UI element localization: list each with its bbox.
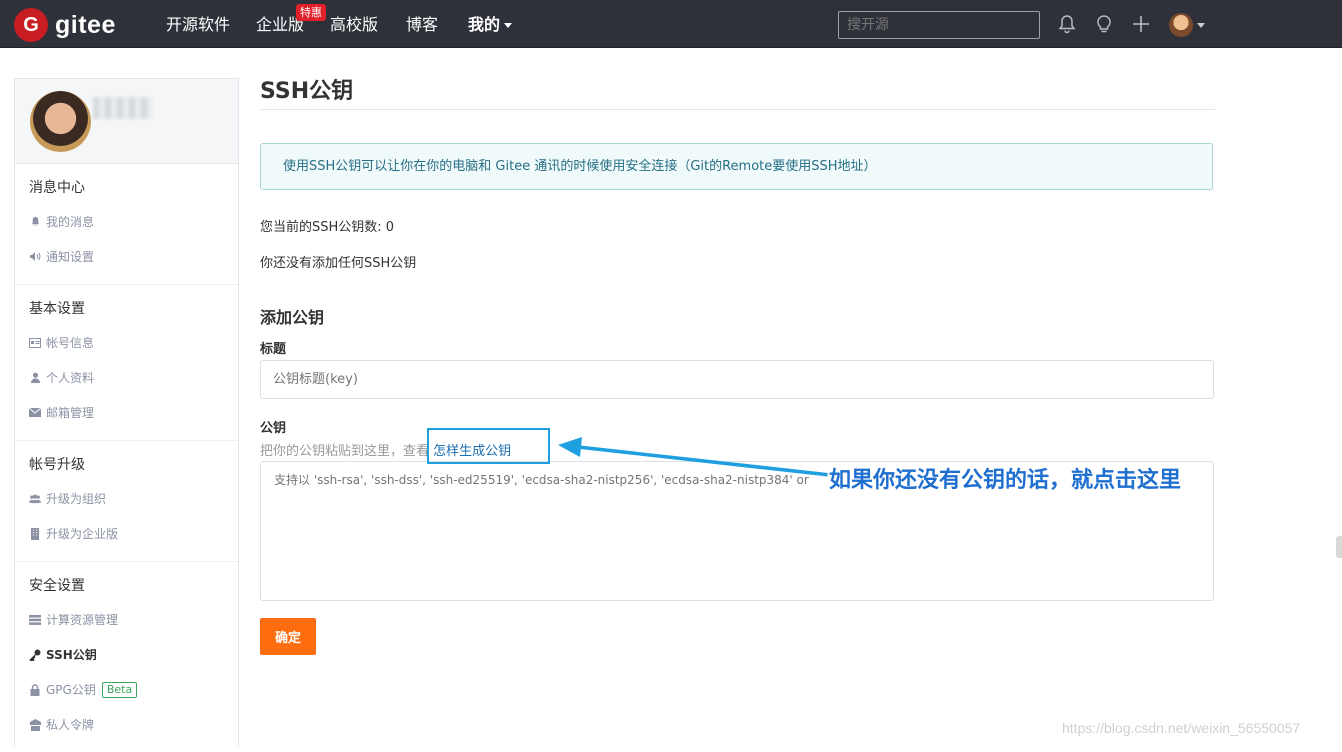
building-icon: [29, 527, 41, 540]
nav-item-education[interactable]: 高校版: [330, 15, 378, 35]
sidebar-item-private-tokens[interactable]: 私人令牌: [15, 707, 238, 742]
sidebar-group-messages: 消息中心 我的消息 通知设置: [15, 164, 238, 285]
confirm-button[interactable]: 确定: [260, 618, 316, 655]
id-card-icon: [29, 337, 41, 349]
sidebar-item-label: 个人资料: [46, 371, 95, 385]
sidebar-item-gpg-keys[interactable]: GPG公钥 Beta: [15, 672, 238, 707]
add-key-heading: 添加公钥: [260, 308, 325, 327]
gitee-logo[interactable]: G gitee: [14, 8, 116, 42]
nav-item-open-source[interactable]: 开源软件: [166, 15, 230, 35]
sidebar-item-label: 计算资源管理: [46, 613, 119, 627]
scroll-edge-handle: [1336, 536, 1342, 558]
top-navbar: G gitee 开源软件 企业版 特惠 高校版 博客 我的: [0, 0, 1342, 48]
search-input[interactable]: [838, 11, 1040, 39]
nav-item-blog[interactable]: 博客: [406, 15, 438, 35]
profile-avatar[interactable]: [30, 91, 91, 152]
sidebar-item-profile[interactable]: 个人资料: [15, 360, 238, 395]
sidebar-item-email[interactable]: 邮箱管理: [15, 395, 238, 430]
annotation-text: 如果你还没有公钥的话，就点击这里: [829, 468, 1182, 493]
lock-icon: [29, 683, 41, 696]
chevron-down-icon: [504, 23, 513, 28]
empty-state-text: 你还没有添加任何SSH公钥: [260, 256, 417, 271]
beta-badge: Beta: [101, 681, 138, 698]
sidebar-item-label: 帐号信息: [46, 336, 95, 350]
sidebar-item-label: 升级为组织: [46, 492, 107, 506]
sidebar-item-my-messages[interactable]: 我的消息: [15, 204, 238, 239]
sidebar-group-title: 安全设置: [29, 578, 85, 594]
envelope-icon: [29, 407, 41, 419]
user-avatar[interactable]: [1169, 13, 1193, 37]
sidebar-item-label: GPG公钥: [46, 683, 96, 697]
main-content: SSH公钥 使用SSH公钥可以让你在你的电脑和 Gitee 通讯的时候使用安全连…: [260, 78, 1215, 655]
sidebar-group-title: 基本设置: [29, 301, 85, 317]
lightbulb-icon[interactable]: [1093, 13, 1115, 35]
sidebar-item-label: 升级为企业版: [46, 527, 119, 541]
sidebar-item-label: 通知设置: [46, 250, 95, 264]
profile-name-blurred: [93, 97, 153, 119]
sidebar-group-title: 消息中心: [29, 180, 85, 196]
sidebar-item-ssh-keys[interactable]: SSH公钥: [15, 637, 238, 672]
token-icon: [29, 718, 41, 731]
gitee-logo-icon: G: [14, 8, 48, 42]
settings-sidebar: 消息中心 我的消息 通知设置 基本设置 帐号信息 个人资料 邮箱管理 帐号升级 …: [14, 78, 239, 747]
sidebar-item-upgrade-org[interactable]: 升级为组织: [15, 481, 238, 516]
promo-badge: 特惠: [296, 4, 326, 21]
watermark: https://blog.csdn.net/weixin_56550057: [1062, 720, 1301, 736]
sidebar-item-label: SSH公钥: [46, 648, 97, 662]
sidebar-group-upgrade: 帐号升级 升级为组织 升级为企业版: [15, 441, 238, 562]
ssh-key-count: 您当前的SSH公钥数: 0: [260, 220, 395, 235]
info-alert: 使用SSH公钥可以让你在你的电脑和 Gitee 通讯的时候使用安全连接（Git的…: [260, 143, 1213, 190]
gitee-logo-text: gitee: [55, 10, 116, 39]
key-title-input[interactable]: [260, 360, 1214, 399]
sidebar-item-upgrade-enterprise[interactable]: 升级为企业版: [15, 516, 238, 551]
key-hint-text: 把你的公钥粘贴到这里，查看: [260, 444, 434, 459]
sidebar-item-account-info[interactable]: 帐号信息: [15, 325, 238, 360]
profile-card: [15, 79, 238, 164]
user-icon: [29, 372, 41, 384]
users-icon: [29, 493, 41, 505]
server-icon: [29, 614, 41, 626]
speaker-icon: [29, 251, 41, 263]
nav-item-mine[interactable]: 我的: [468, 15, 513, 35]
sidebar-item-compute-resources[interactable]: 计算资源管理: [15, 602, 238, 637]
sidebar-item-label: 我的消息: [46, 215, 95, 229]
title-divider: [260, 109, 1215, 110]
sidebar-item-notification-settings[interactable]: 通知设置: [15, 239, 238, 274]
title-field-label: 标题: [260, 342, 287, 357]
nav-mine-label: 我的: [468, 15, 501, 34]
sidebar-group-basic: 基本设置 帐号信息 个人资料 邮箱管理: [15, 285, 238, 441]
key-field-label: 公钥: [260, 421, 287, 436]
sidebar-item-label: 邮箱管理: [46, 406, 95, 420]
avatar-chevron-down-icon[interactable]: [1197, 23, 1205, 28]
key-icon: [29, 649, 41, 661]
annotation-highlight-box: [427, 428, 550, 464]
sidebar-group-title: 帐号升级: [29, 457, 85, 473]
plus-icon[interactable]: [1130, 13, 1152, 35]
bell-icon: [29, 216, 41, 228]
page-title: SSH公钥: [260, 79, 354, 104]
sidebar-group-security: 安全设置 计算资源管理 SSH公钥 GPG公钥 Beta 私人令牌: [15, 562, 238, 752]
bell-icon[interactable]: [1056, 13, 1078, 35]
sidebar-item-label: 私人令牌: [46, 718, 95, 732]
